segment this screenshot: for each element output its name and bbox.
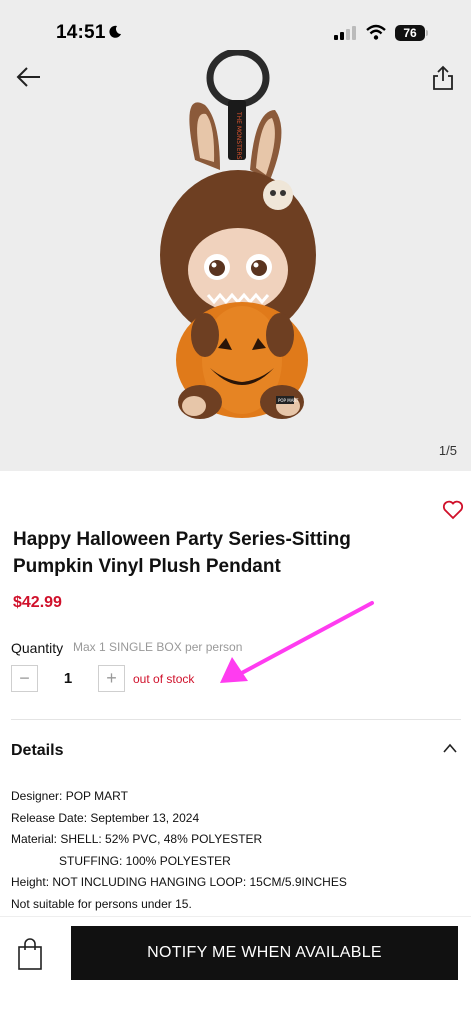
annotation-arrow-icon [220, 601, 374, 683]
detail-line: Not suitable for persons under 15. [11, 896, 192, 911]
wifi-icon [366, 24, 386, 40]
detail-line: STUFFING: 100% POLYESTER [59, 853, 231, 868]
detail-line: Release Date: September 13, 2024 [11, 810, 200, 825]
shopping-bag-icon[interactable] [17, 937, 43, 971]
detail-line: Material: SHELL: 52% PVC, 48% POLYESTER [11, 832, 263, 846]
bottom-action-bar: NOTIFY ME WHEN AVAILABLE [0, 916, 471, 1024]
image-counter: 1/5 [438, 443, 457, 458]
quantity-value: 1 [63, 670, 73, 687]
quantity-decrease-button[interactable]: − [11, 665, 38, 692]
detail-line: Height: NOT INCLUDING HANGING LOOP: 15CM… [11, 875, 347, 889]
battery-tip [426, 30, 428, 36]
product-image: THE MONSTERS POP MART [160, 50, 316, 419]
status-time: 14:51 [56, 22, 106, 43]
quantity-label: Quantity [11, 640, 64, 656]
signal-icon [334, 26, 356, 40]
detail-line: Designer: POP MART [11, 789, 128, 803]
product-title: Happy Halloween Party Series-Sitting Pum… [13, 526, 433, 580]
product-tag-text: POP MART [278, 398, 299, 403]
details-list: Designer: POP MART Release Date: Septemb… [11, 786, 347, 915]
product-title-line-2: Pumpkin Vinyl Plush Pendant [13, 556, 281, 577]
notify-me-button[interactable]: NOTIFY ME WHEN AVAILABLE [71, 926, 458, 980]
stock-status: out of stock [133, 672, 195, 686]
battery-level: 76 [395, 25, 425, 41]
back-arrow-icon[interactable] [14, 64, 44, 90]
product-gallery[interactable]: THE MONSTERS POP MART 1/5 [0, 0, 471, 471]
status-bar: 14:51 76 [0, 0, 471, 52]
battery-icon: 76 [395, 25, 429, 41]
divider [11, 719, 461, 720]
moon-icon [109, 25, 121, 38]
details-heading[interactable]: Details [11, 742, 63, 760]
share-icon[interactable] [430, 64, 456, 92]
heart-icon[interactable] [442, 500, 464, 520]
chevron-up-icon[interactable] [440, 740, 460, 756]
product-price: $42.99 [13, 594, 62, 611]
strap-text: THE MONSTERS [235, 111, 242, 160]
product-title-line-1: Happy Halloween Party Series-Sitting [13, 529, 351, 550]
quantity-increase-button[interactable]: + [98, 665, 125, 692]
